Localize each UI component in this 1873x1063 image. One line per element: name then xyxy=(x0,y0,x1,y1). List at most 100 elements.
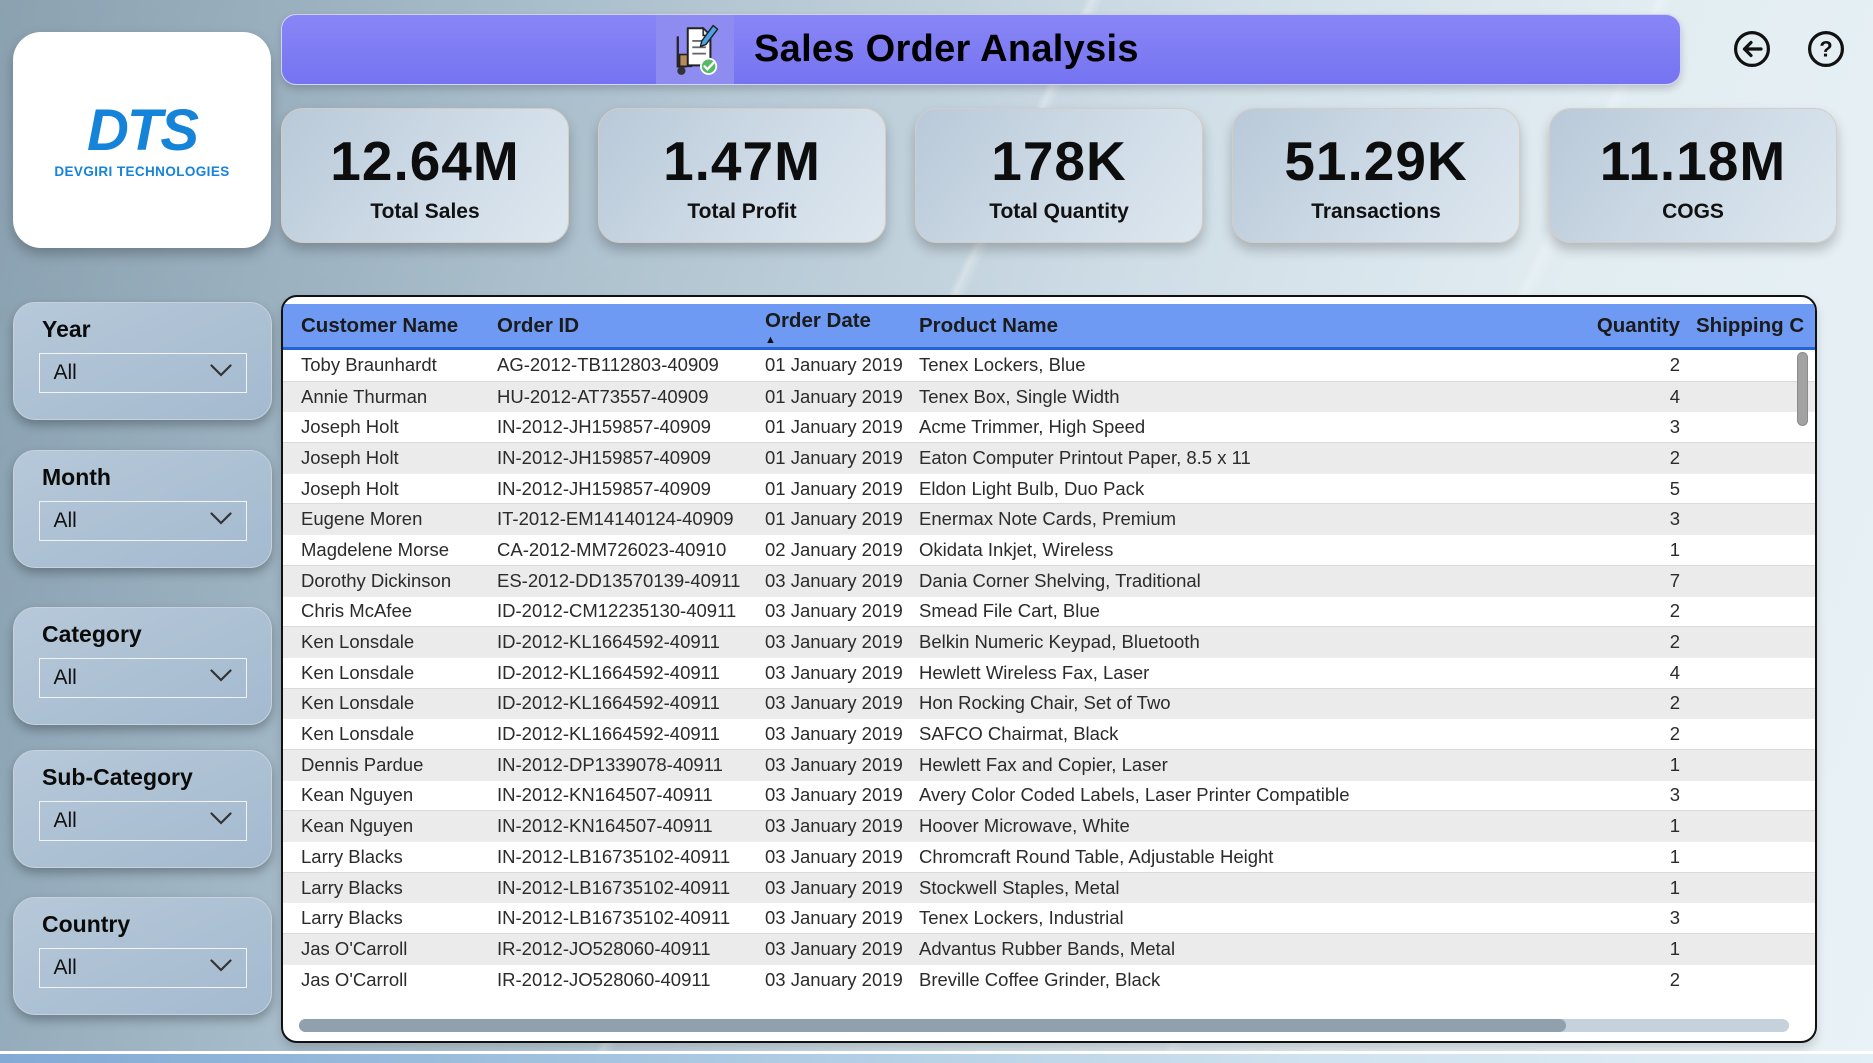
cell-order-date: 03 January 2019 xyxy=(765,570,919,592)
cell-quantity: 2 xyxy=(1588,447,1680,469)
cell-product-name: Chromcraft Round Table, Adjustable Heigh… xyxy=(919,846,1588,868)
cell-product-name: Tenex Lockers, Blue xyxy=(919,354,1588,376)
table-row[interactable]: Eugene MorenIT-2012-EM14140124-4090901 J… xyxy=(283,503,1815,534)
cell-product-name: Hewlett Fax and Copier, Laser xyxy=(919,754,1588,776)
cell-customer-name: Ken Lonsdale xyxy=(301,692,497,714)
table-row[interactable]: Kean NguyenIN-2012-KN164507-4091103 Janu… xyxy=(283,810,1815,841)
month-filter-dropdown[interactable]: All xyxy=(39,501,247,541)
vertical-scrollbar-thumb[interactable] xyxy=(1797,352,1808,426)
table-row[interactable]: Dorothy DickinsonES-2012-DD13570139-4091… xyxy=(283,565,1815,596)
svg-text:?: ? xyxy=(1819,37,1832,62)
cell-product-name: Okidata Inkjet, Wireless xyxy=(919,539,1588,561)
cell-order-date: 03 January 2019 xyxy=(765,754,919,776)
country-filter-dropdown[interactable]: All xyxy=(39,948,247,988)
table-row[interactable]: Larry BlacksIN-2012-LB16735102-4091103 J… xyxy=(283,841,1815,872)
cell-order-date: 01 January 2019 xyxy=(765,354,919,376)
cell-product-name: Hoover Microwave, White xyxy=(919,815,1588,837)
column-header-quantity[interactable]: Quantity xyxy=(1588,314,1680,338)
cell-product-name: Hewlett Wireless Fax, Laser xyxy=(919,662,1588,684)
table-row[interactable]: Ken LonsdaleID-2012-KL1664592-4091103 Ja… xyxy=(283,626,1815,657)
cell-order-date: 02 January 2019 xyxy=(765,539,919,561)
cell-quantity: 2 xyxy=(1588,354,1680,376)
filter-selected-value: All xyxy=(54,666,77,690)
cell-customer-name: Larry Blacks xyxy=(301,846,497,868)
cell-customer-name: Jas O'Carroll xyxy=(301,969,497,991)
table-row[interactable]: Joseph HoltIN-2012-JH159857-4090901 Janu… xyxy=(283,473,1815,504)
category-filter-dropdown[interactable]: All xyxy=(39,658,247,698)
filter-selected-value: All xyxy=(54,809,77,833)
cell-order-date: 03 January 2019 xyxy=(765,938,919,960)
cell-quantity: 1 xyxy=(1588,846,1680,868)
table-row[interactable]: Ken LonsdaleID-2012-KL1664592-4091103 Ja… xyxy=(283,657,1815,688)
cell-quantity: 2 xyxy=(1588,723,1680,745)
cell-order-id: ID-2012-KL1664592-40911 xyxy=(497,662,765,684)
table-row[interactable]: Joseph HoltIN-2012-JH159857-4090901 Janu… xyxy=(283,442,1815,473)
year-filter-dropdown[interactable]: All xyxy=(39,353,247,393)
cell-order-date: 01 January 2019 xyxy=(765,386,919,408)
filter-selected-value: All xyxy=(54,509,77,533)
sales-order-analysis-dashboard: DTS DEVGIRI TECHNOLOGIES Sales Order Ana… xyxy=(0,0,1873,1063)
table-row[interactable]: Larry BlacksIN-2012-LB16735102-4091103 J… xyxy=(283,902,1815,933)
cell-order-date: 03 January 2019 xyxy=(765,631,919,653)
column-header-order-date[interactable]: Order Date▲ xyxy=(765,304,919,346)
kpi-row: 12.64MTotal Sales1.47MTotal Profit178KTo… xyxy=(281,108,1837,243)
filter-card-month: MonthAll xyxy=(13,450,272,568)
table-row[interactable]: Joseph HoltIN-2012-JH159857-4090901 Janu… xyxy=(283,411,1815,442)
column-header-order-id[interactable]: Order ID xyxy=(497,314,765,338)
horizontal-scrollbar-thumb[interactable] xyxy=(299,1019,1566,1032)
cell-order-id: IN-2012-KN164507-40911 xyxy=(497,815,765,837)
vertical-scrollbar[interactable] xyxy=(1797,352,1808,992)
cell-order-date: 01 January 2019 xyxy=(765,447,919,469)
chevron-down-icon xyxy=(210,669,232,687)
cell-customer-name: Kean Nguyen xyxy=(301,815,497,837)
table-row[interactable]: Ken LonsdaleID-2012-KL1664592-4091103 Ja… xyxy=(283,688,1815,719)
column-header-customer-name[interactable]: Customer Name xyxy=(301,314,497,338)
kpi-card-cogs: 11.18MCOGS xyxy=(1549,108,1837,243)
cell-product-name: Enermax Note Cards, Premium xyxy=(919,508,1588,530)
cell-quantity: 1 xyxy=(1588,877,1680,899)
page-title: Sales Order Analysis xyxy=(754,28,1139,71)
cell-order-date: 03 January 2019 xyxy=(765,723,919,745)
cell-quantity: 3 xyxy=(1588,784,1680,806)
table-row[interactable]: Chris McAfeeID-2012-CM12235130-4091103 J… xyxy=(283,596,1815,627)
company-logo-card: DTS DEVGIRI TECHNOLOGIES xyxy=(13,32,271,248)
filter-card-year: YearAll xyxy=(13,302,272,420)
cell-product-name: Smead File Cart, Blue xyxy=(919,600,1588,622)
sub-category-filter-dropdown[interactable]: All xyxy=(39,801,247,841)
cell-product-name: Eaton Computer Printout Paper, 8.5 x 11 xyxy=(919,447,1588,469)
column-header-shipping-c[interactable]: Shipping C xyxy=(1680,314,1817,338)
filter-selected-value: All xyxy=(54,956,77,980)
cell-quantity: 3 xyxy=(1588,508,1680,530)
table-row[interactable]: Jas O'CarrollIR-2012-JO528060-4091103 Ja… xyxy=(283,964,1815,995)
table-row[interactable]: Magdelene MorseCA-2012-MM726023-4091002 … xyxy=(283,534,1815,565)
kpi-label: Total Sales xyxy=(370,200,479,224)
horizontal-scrollbar[interactable] xyxy=(299,1019,1789,1032)
table-row[interactable]: Kean NguyenIN-2012-KN164507-4091103 Janu… xyxy=(283,780,1815,811)
cell-order-id: IN-2012-KN164507-40911 xyxy=(497,784,765,806)
cell-customer-name: Chris McAfee xyxy=(301,600,497,622)
cell-order-id: ID-2012-KL1664592-40911 xyxy=(497,692,765,714)
cell-customer-name: Toby Braunhardt xyxy=(301,354,497,376)
cell-quantity: 3 xyxy=(1588,416,1680,438)
table-row[interactable]: Jas O'CarrollIR-2012-JO528060-4091103 Ja… xyxy=(283,933,1815,964)
table-row[interactable]: Ken LonsdaleID-2012-KL1664592-4091103 Ja… xyxy=(283,718,1815,749)
filter-label-sub-category: Sub-Category xyxy=(42,764,271,791)
cell-order-id: IN-2012-JH159857-40909 xyxy=(497,478,765,500)
cell-order-id: ES-2012-DD13570139-40911 xyxy=(497,570,765,592)
cell-quantity: 5 xyxy=(1588,478,1680,500)
cell-order-id: IN-2012-LB16735102-40911 xyxy=(497,907,765,929)
back-button[interactable] xyxy=(1732,29,1772,69)
cell-product-name: Advantus Rubber Bands, Metal xyxy=(919,938,1588,960)
table-row[interactable]: Dennis PardueIN-2012-DP1339078-4091103 J… xyxy=(283,749,1815,780)
kpi-value: 51.29K xyxy=(1284,133,1467,191)
cell-product-name: Hon Rocking Chair, Set of Two xyxy=(919,692,1588,714)
help-button[interactable]: ? xyxy=(1806,29,1846,69)
filter-label-category: Category xyxy=(42,621,271,648)
table-row[interactable]: Toby BraunhardtAG-2012-TB112803-4090901 … xyxy=(283,350,1815,381)
cell-customer-name: Joseph Holt xyxy=(301,416,497,438)
column-header-product-name[interactable]: Product Name xyxy=(919,314,1588,338)
cell-order-date: 03 January 2019 xyxy=(765,846,919,868)
table-row[interactable]: Larry BlacksIN-2012-LB16735102-4091103 J… xyxy=(283,872,1815,903)
table-row[interactable]: Annie ThurmanHU-2012-AT73557-4090901 Jan… xyxy=(283,381,1815,412)
chevron-down-icon xyxy=(210,959,232,977)
